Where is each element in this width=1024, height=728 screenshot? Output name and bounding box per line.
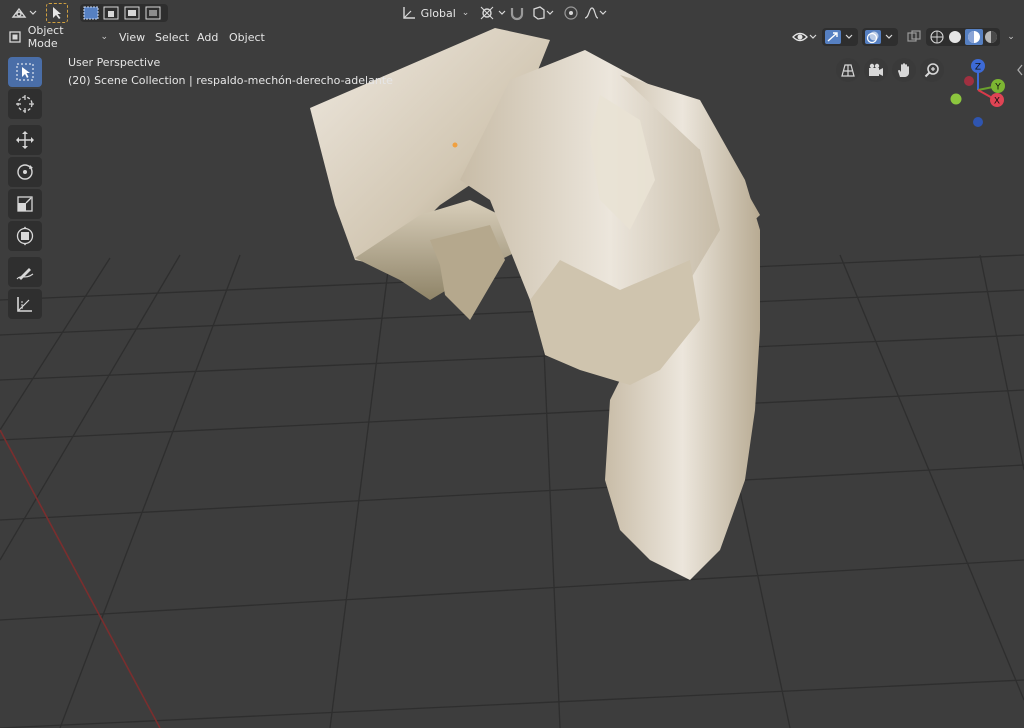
chevron-down-icon: ⌄ <box>100 32 108 42</box>
gizmo-neg-x-axis[interactable] <box>964 76 974 86</box>
origin-point <box>452 142 458 148</box>
viewport-header: Global ⌄ <box>0 0 1024 26</box>
proportional-edit-toggle[interactable] <box>562 4 580 22</box>
chevron-down-icon: ⌄ <box>461 8 470 18</box>
x-axis-line <box>0 429 161 728</box>
gizmo-y-label: Y <box>994 83 1001 93</box>
tool-annotate[interactable] <box>8 257 42 287</box>
cursor-arrow-icon <box>53 7 61 19</box>
grid-floor <box>0 254 1024 728</box>
overlays-toggle[interactable] <box>862 28 898 46</box>
select-mode-button[interactable] <box>46 3 68 23</box>
mesh-object[interactable] <box>310 28 760 580</box>
mode-dropdown[interactable]: Object Mode ⌄ <box>8 24 108 50</box>
camera-view-button[interactable] <box>864 58 888 82</box>
menu-object[interactable]: Object <box>229 31 265 44</box>
gizmo-neg-z-axis[interactable] <box>973 117 983 127</box>
move-icon <box>16 131 34 149</box>
editor-type-icon <box>11 7 37 18</box>
snap-target-dropdown[interactable] <box>530 4 556 22</box>
orthographic-grid-icon <box>841 64 855 77</box>
cursor-icon <box>16 95 34 113</box>
tool-select-box[interactable] <box>8 57 42 87</box>
selection-mode-group <box>80 4 168 22</box>
hand-pan-icon <box>898 63 909 77</box>
viewport-perspective-label: User Perspective <box>68 56 161 69</box>
overlays-icon <box>865 30 893 44</box>
snap-toggle[interactable] <box>508 4 526 22</box>
eye-icon <box>792 32 817 42</box>
transform-icon <box>16 226 34 246</box>
gizmo-toggle[interactable] <box>822 28 858 46</box>
pivot-point-icon <box>480 6 506 20</box>
snap-target-icon <box>533 6 554 20</box>
menu-select[interactable]: Select <box>155 31 189 44</box>
menu-view[interactable]: View <box>119 31 145 44</box>
shading-options-dropdown[interactable]: ⌄ <box>1004 28 1018 46</box>
select-box-icon <box>16 63 34 81</box>
shading-modes-icon <box>930 29 997 45</box>
measure-icon <box>17 297 32 312</box>
annotate-icon <box>16 268 34 280</box>
tool-measure[interactable] <box>8 289 42 319</box>
xray-icon <box>907 30 921 42</box>
editor-type-button[interactable] <box>8 4 38 22</box>
visibility-dropdown[interactable] <box>792 28 818 46</box>
falloff-dropdown[interactable] <box>582 4 608 22</box>
gizmo-x-label: X <box>994 97 1000 107</box>
gizmo-arrows-icon <box>825 30 853 44</box>
mode-label: Object Mode <box>27 24 64 50</box>
rotate-icon <box>17 164 33 180</box>
sidebar-toggle[interactable] <box>1016 62 1024 76</box>
falloff-curve-icon <box>584 7 607 19</box>
tool-transform[interactable] <box>8 221 42 251</box>
camera-icon <box>869 63 883 76</box>
orientation-axes-icon <box>402 7 415 19</box>
scene-canvas[interactable] <box>0 0 1024 728</box>
magnet-icon <box>510 8 524 21</box>
gizmo-z-label: Z <box>975 63 981 73</box>
zoom-icon <box>924 63 939 78</box>
shading-modes-group <box>926 28 1000 46</box>
tool-move[interactable] <box>8 125 42 155</box>
selection-modes-icon <box>83 6 161 20</box>
chevron-down-icon: ⌄ <box>1007 32 1015 42</box>
tool-rotate[interactable] <box>8 157 42 187</box>
3d-viewport[interactable] <box>0 0 1024 728</box>
tool-scale[interactable] <box>8 189 42 219</box>
object-mode-icon <box>9 31 21 43</box>
menu-add[interactable]: Add <box>197 31 218 44</box>
gizmo-neg-y-axis[interactable] <box>950 93 962 105</box>
scale-icon <box>17 196 33 212</box>
pan-view-button[interactable] <box>892 58 916 82</box>
pivot-point-dropdown[interactable] <box>478 4 508 22</box>
viewport-collection-label: (20) Scene Collection | respaldo-mechón-… <box>68 74 393 87</box>
chevron-left-icon <box>1017 64 1023 76</box>
tool-cursor[interactable] <box>8 89 42 119</box>
transform-orientation-label: Global <box>420 6 456 20</box>
xray-toggle[interactable] <box>904 28 924 46</box>
transform-orientation-dropdown[interactable]: Global ⌄ <box>398 4 472 22</box>
toggle-ortho-button[interactable] <box>836 58 860 82</box>
proportional-edit-icon <box>564 6 578 20</box>
navigation-gizmo[interactable]: Z Y X <box>940 52 1020 132</box>
